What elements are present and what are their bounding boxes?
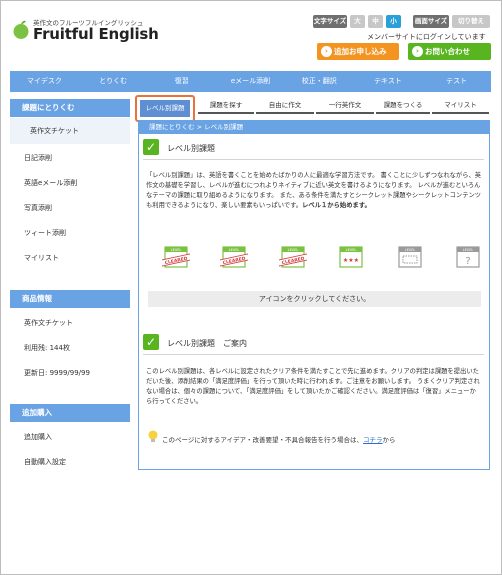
tab-level-tasks[interactable]: レベル別課題 (135, 95, 195, 122)
breadcrumb: 課題にとりくむ > レベル別課題 (139, 121, 489, 134)
svg-text:?: ? (465, 256, 470, 267)
level-badge-cleared-2[interactable]: LEVEL CLEARED (220, 244, 248, 272)
sidebar-item-auto-purchase[interactable]: 自動購入設定 (10, 457, 130, 467)
feedback-link[interactable]: コチラ (363, 436, 383, 444)
svg-text:LEVEL: LEVEL (229, 248, 240, 252)
svg-text:★★★: ★★★ (343, 257, 359, 264)
contact-button-label: お問い合わせ (425, 47, 470, 56)
tab-level-tasks-label: レベル別課題 (140, 100, 190, 117)
intro-bold: レベル１から始めます。 (302, 202, 371, 209)
tab-create-task[interactable]: 課題をつくる (376, 98, 430, 114)
product-name: 英作文チケット (24, 319, 73, 327)
sidebar-item-email[interactable]: 英語eメール添削 (10, 178, 130, 188)
level-badge-unknown[interactable]: LEVEL ? (454, 244, 482, 272)
text-size-large[interactable]: 大 (350, 15, 365, 28)
nav-test[interactable]: テスト (422, 71, 491, 92)
nav-review[interactable]: 復習 (147, 71, 216, 92)
apply-button[interactable]: › 追加お申し込み (317, 43, 399, 60)
login-status: メンバーサイトにログインしています (367, 33, 486, 41)
tab-free-writing[interactable]: 自由に作文 (256, 98, 314, 114)
svg-text:LEVEL: LEVEL (171, 248, 182, 252)
level-badge-locked[interactable]: LEVEL (396, 244, 424, 272)
sidebar-item-tweet[interactable]: ツィート添削 (10, 228, 130, 238)
level-badge-cleared-1[interactable]: LEVEL CLEARED (162, 244, 190, 272)
lightbulb-icon (148, 430, 158, 442)
screen-size-label: 画面サイズ (413, 15, 449, 28)
sidebar-section-purchase: 追加購入 (10, 404, 130, 422)
screen-toggle-button[interactable]: 切り替え (452, 15, 490, 28)
level-badge-current[interactable]: LEVEL ★★★ (337, 244, 365, 272)
sidebar-item-mylist[interactable]: マイリスト (10, 253, 130, 263)
text-size-label: 文字サイズ (313, 15, 347, 28)
guide-text: このレベル別課題は、各レベルに設定されたクリア条件を満たすことで先に進めます。ク… (146, 368, 480, 405)
feedback-tail: から (382, 436, 396, 444)
main-nav: マイデスク とりくむ 復習 eメール添削 校正・翻訳 テキスト テスト (10, 71, 491, 92)
arrow-right-icon: › (412, 46, 423, 57)
section-title-guide: レベル別課題 ご案内 (167, 339, 247, 348)
nav-email-correction[interactable]: eメール添削 (216, 71, 285, 92)
divider (143, 159, 484, 160)
apple-logo-icon (13, 20, 29, 39)
feedback-note: このページに対するアイデア・改善要望・不具合報告を行う場合は、コチラから (162, 434, 396, 444)
text-size-medium[interactable]: 中 (368, 15, 383, 28)
arrow-right-icon: › (321, 46, 332, 57)
sidebar-item-essay-ticket[interactable]: 英作文チケット (10, 118, 130, 144)
brand-name[interactable]: Fruitful English (33, 25, 159, 43)
contact-button[interactable]: › お問い合わせ (408, 43, 491, 60)
tab-one-line[interactable]: 一行英作文 (316, 98, 374, 114)
sidebar-section-tasks: 課題にとりくむ (10, 99, 130, 117)
feedback-text: このページに対するアイデア・改善要望・不具合報告を行う場合は、 (162, 436, 364, 444)
nav-proofread-translate[interactable]: 校正・翻訳 (285, 71, 354, 92)
nav-torikumu[interactable]: とりくむ (79, 71, 148, 92)
sidebar-item-diary[interactable]: 日記添削 (10, 153, 130, 163)
sidebar-item-add-purchase[interactable]: 追加購入 (10, 432, 130, 442)
section-title-level-tasks: レベル別課題 (167, 144, 215, 153)
svg-text:LEVEL: LEVEL (288, 248, 299, 252)
level-badge-cleared-3[interactable]: LEVEL CLEARED (279, 244, 307, 272)
sidebar-item-photo[interactable]: 写真添削 (10, 203, 130, 213)
nav-text[interactable]: テキスト (354, 71, 423, 92)
nav-mydesk[interactable]: マイデスク (10, 71, 79, 92)
update-date: 更新日: 9999/99/99 (24, 369, 90, 377)
intro-text: 「レベル別課題」は、英語を書くことを始めたばかりの人に最適な学習方法です。 書く… (146, 171, 482, 211)
tab-find-tasks[interactable]: 課題を探す (198, 98, 254, 114)
divider (143, 354, 484, 355)
check-icon: ✓ (143, 334, 159, 350)
icon-hint: アイコンをクリックしてください。 (148, 291, 481, 307)
apply-button-label: 追加お申し込み (334, 47, 387, 56)
svg-text:LEVEL: LEVEL (463, 248, 474, 252)
svg-text:LEVEL: LEVEL (405, 248, 416, 252)
remaining-count: 利用残: 144枚 (24, 344, 70, 352)
text-size-small[interactable]: 小 (386, 15, 401, 28)
svg-text:LEVEL: LEVEL (346, 248, 357, 252)
check-icon: ✓ (143, 139, 159, 155)
tab-mylist[interactable]: マイリスト (432, 98, 489, 114)
sidebar-section-product: 商品情報 (10, 290, 130, 308)
